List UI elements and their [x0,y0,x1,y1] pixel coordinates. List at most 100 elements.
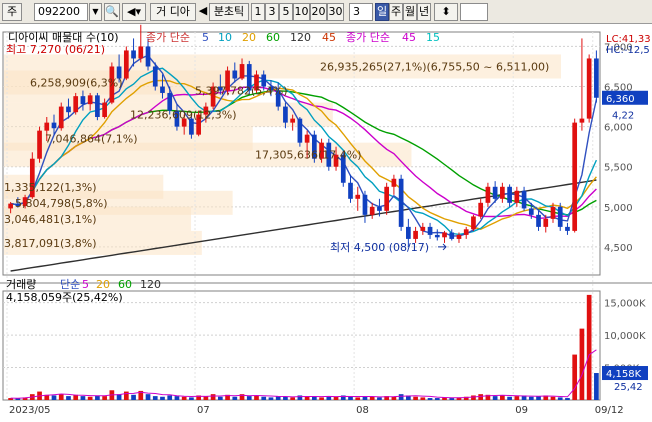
volume-bar [377,397,382,400]
candle-body [572,122,578,231]
volume-profile-label: 1,335,122(1,3%) [4,181,97,194]
code-dropdown-icon[interactable]: ▼ [89,3,102,21]
volume-bar [594,373,599,400]
volume-panel [2,290,601,401]
arrow-left-icon[interactable]: ◀ [198,3,208,21]
volume-bar [232,396,238,400]
lc-label: LC:41,33 [606,34,651,45]
volume-bar [398,394,404,400]
candle-body [550,206,556,219]
volume-chart-title: 거래량 [6,278,36,291]
day-button[interactable]: 일 [375,3,389,21]
candle-body [398,178,404,227]
period-button-30[interactable]: 30 [327,3,344,21]
high-price-label: 최고 7,270 (06/21) [6,43,105,56]
volume-bar [586,294,592,400]
volume-bar [181,396,187,400]
candle-body [152,66,158,87]
volume-legend-item: 단순 [60,278,80,291]
candle-body [138,46,144,59]
candle-body [427,226,433,235]
candle-body [485,186,491,203]
candle-body [579,118,585,123]
volume-bar [254,395,259,400]
price-legend-item: 5 [202,31,209,44]
candle-body [131,50,136,59]
volume-legend-item: 120 [140,278,161,291]
volume-bar [160,396,165,400]
volume-bar [152,396,158,400]
volume-profile-label: 3,817,091(3,8%) [4,237,97,250]
candle-body [463,229,469,235]
volume-legend-item: 60 [118,278,132,291]
intraday-button[interactable]: 분초틱 [209,3,249,21]
stock-name-prefix: 거 [156,5,167,18]
current-price-label: 6,360 [606,94,635,105]
price-tick-label: 4,500 [604,243,633,254]
volume-bar [427,398,433,400]
candle-body [434,234,440,238]
volume-bar [550,396,556,400]
volume-bar [290,397,296,400]
volume-bar [565,398,570,400]
candle-body [348,182,353,199]
candle-body [384,186,390,211]
volume-bar [174,396,180,400]
speaker-icon[interactable]: ◀▾ [122,3,146,21]
year-button[interactable]: 년 [417,3,431,21]
candle-body [528,208,534,215]
period-button-1[interactable]: 1 [251,3,265,21]
candle-body [377,206,382,211]
volume-bar [123,391,129,400]
candle-body [442,232,447,238]
search-icon[interactable]: 🔍 [104,3,120,21]
period-button-5[interactable]: 5 [279,3,293,21]
volume-bar [80,396,86,400]
candle-body [283,106,288,123]
week-button[interactable]: 주 [389,3,403,21]
price-legend-item: 60 [266,31,280,44]
candle-body [391,178,397,187]
volume-profile-label: 12,236,609(12,3%) [130,109,237,122]
price-legend-item: 20 [242,31,256,44]
price-legend-item: 15 [426,31,440,44]
market-select[interactable]: 주 [2,3,22,21]
candle-body [66,106,71,113]
updown-arrows-icon[interactable]: ⬍ [434,3,458,21]
volume-profile-label: 3,046,481(3,1%) [4,213,97,226]
candle-body [80,96,86,105]
price-tick-label: 5,500 [604,163,633,174]
volume-bar [58,394,64,400]
period-button-10[interactable]: 10 [293,3,310,21]
candle-body [304,134,310,143]
candle-body [413,230,418,239]
volume-bar [131,394,136,400]
count-input[interactable]: 3 [349,3,373,21]
volume-bar [500,395,505,400]
volume-bar [102,396,107,400]
candle-body [521,190,527,209]
candle-body [369,206,375,215]
volume-bar [348,396,353,400]
date-tick-label: 09 [515,405,528,416]
extra-input[interactable] [460,3,488,21]
month-button[interactable]: 월 [403,3,417,21]
low-price-label: 최저 4,500 (08/17) [330,241,429,254]
candle-body [51,122,57,129]
period-button-3[interactable]: 3 [265,3,279,21]
volume-profile-label: 6,258,909(6,3%) [30,77,123,90]
volume-last-label: 4,158,059주(25,42%) [6,291,123,304]
volume-bar [514,396,520,400]
candle-body [102,102,107,118]
candle-body [586,58,592,119]
volume-profile-label: 5,804,798(5,8%) [15,197,108,210]
stock-code-input[interactable]: 092200 [34,3,88,21]
volume-bar [413,396,418,400]
volume-bar [189,397,194,400]
candle-body [73,96,79,113]
volume-bar [434,398,440,400]
candle-body [557,206,563,227]
period-button-20[interactable]: 20 [310,3,327,21]
stock-name-button[interactable]: 거 디아 [150,3,196,21]
volume-profile-label: 26,935,265(27,1%)(6,755,50 ~ 6,511,00) [320,60,549,73]
